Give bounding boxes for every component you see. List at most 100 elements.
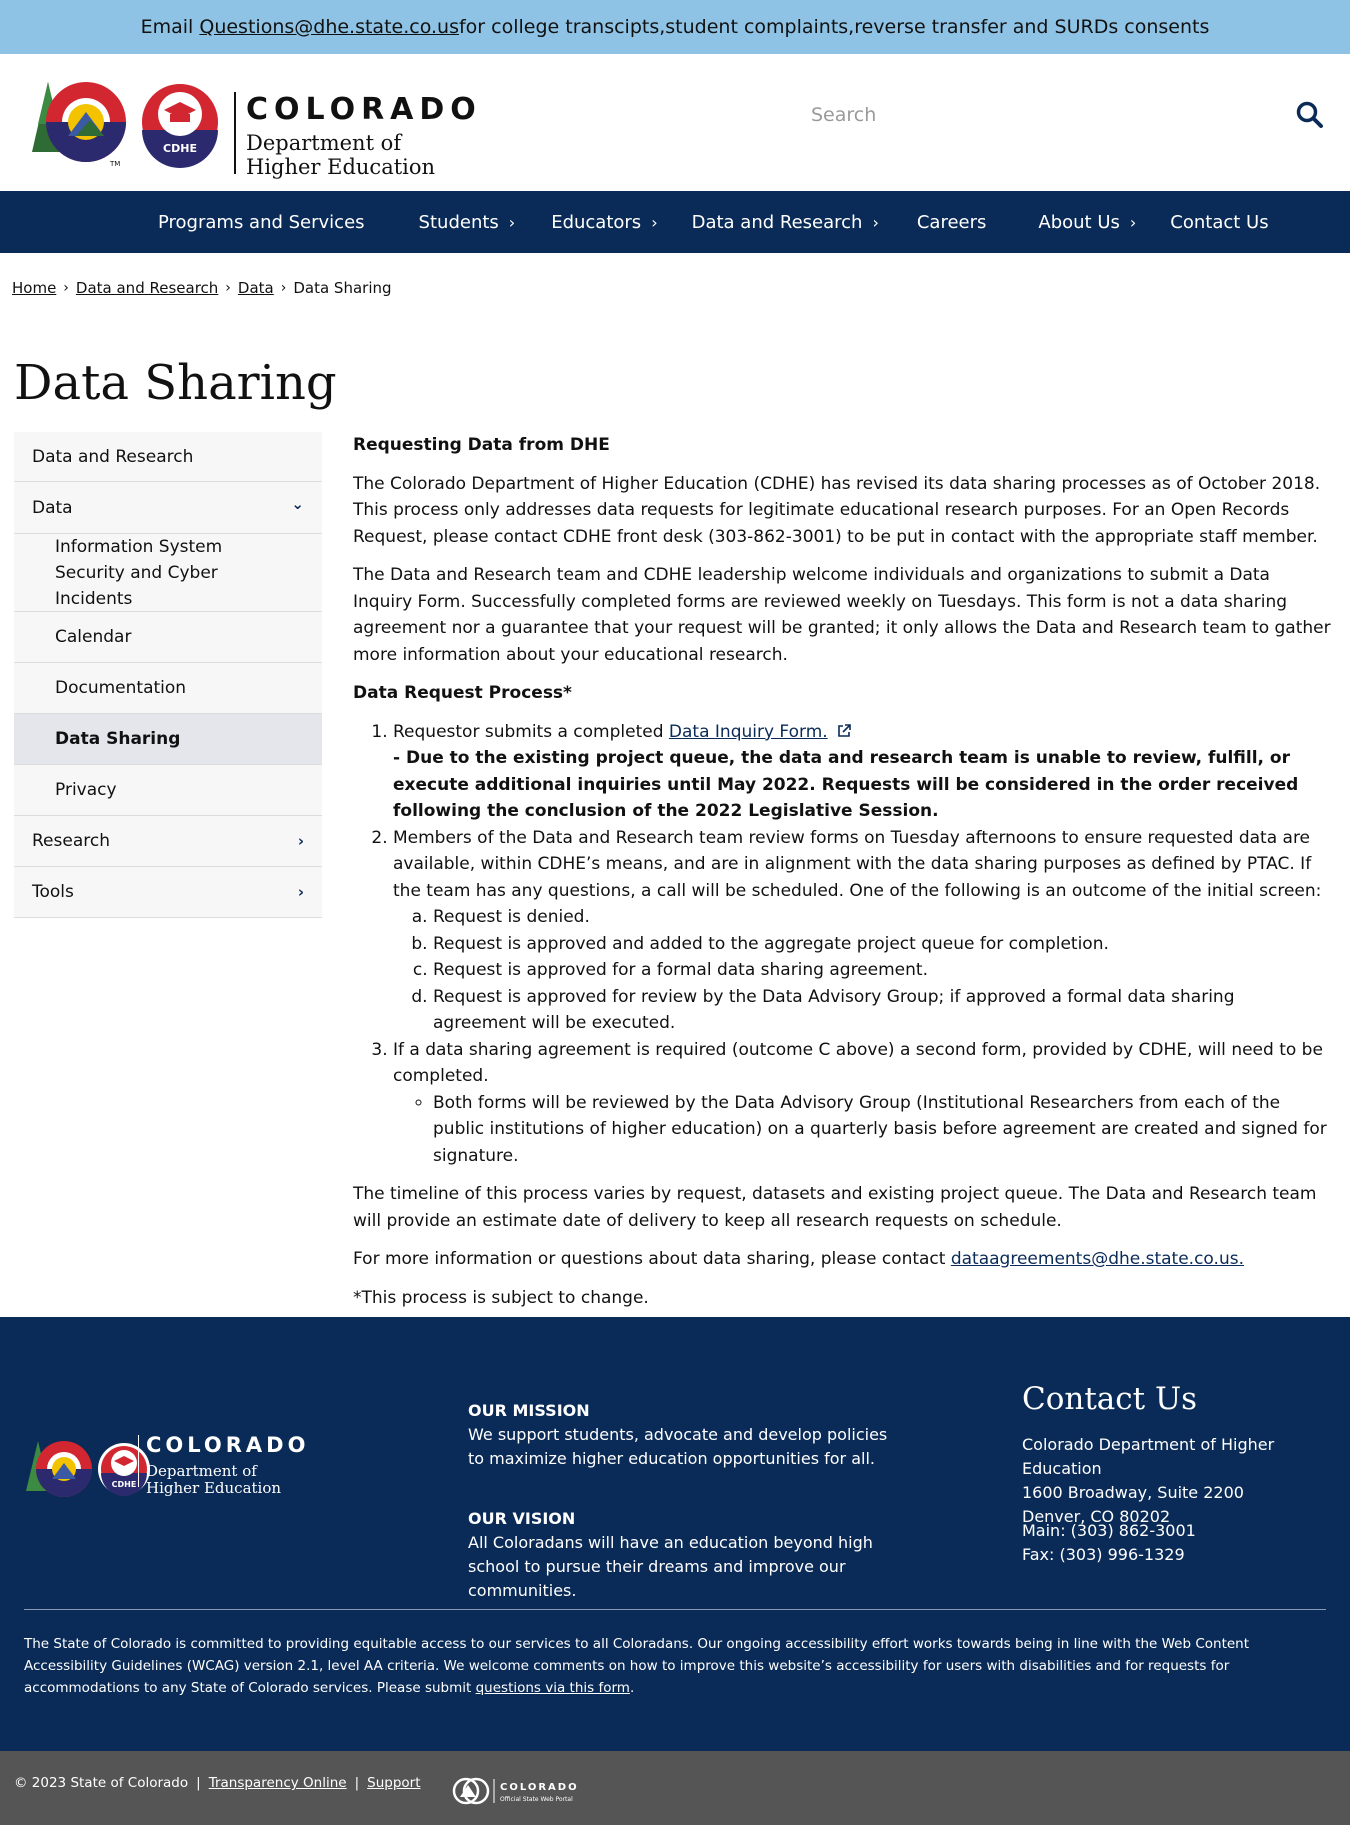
footer-divider	[24, 1609, 1326, 1610]
footer-colorado-logo-icon: CDHE	[26, 1441, 150, 1497]
nav-item-programs-and-services[interactable]: Programs and Services	[158, 191, 365, 253]
outcome-item: Request is denied.	[433, 904, 1333, 931]
sidebar-item-label: Calendar	[55, 627, 132, 647]
logo-text: COLORADO Department of Higher Education	[246, 92, 482, 179]
step-3-bullets: Both forms will be reviewed by the Data …	[393, 1090, 1333, 1170]
sidebar-item-documentation[interactable]: Documentation	[14, 663, 322, 714]
sidebar-item-label: Information System Security and Cyber In…	[55, 536, 223, 609]
mission-title: OUR MISSION	[468, 1401, 590, 1420]
vision-title: OUR VISION	[468, 1509, 576, 1528]
sidebar-item-label: Data Sharing	[55, 729, 181, 749]
outcome-item: Request is approved for review by the Da…	[433, 984, 1333, 1037]
contact-text: For more information or questions about …	[353, 1249, 951, 1269]
intro-paragraph: The Colorado Department of Higher Educat…	[353, 473, 1321, 547]
breadcrumb-separator: ›	[63, 280, 69, 296]
breadcrumb-current: Data Sharing	[293, 279, 392, 297]
colorado-logo-icon: TM CDHE	[32, 82, 218, 168]
footer-vision: OUR VISION All Coloradans will have an e…	[468, 1507, 888, 1603]
support-link[interactable]: Support	[367, 1775, 420, 1791]
footer-mission: OUR MISSION We support students, advocat…	[468, 1399, 888, 1471]
sidebar-item-privacy[interactable]: Privacy	[14, 765, 322, 816]
sidebar-item-label: Privacy	[55, 780, 117, 800]
sidebar-item-research[interactable]: Research ›	[14, 816, 322, 867]
section-heading-requesting-data: Requesting Data from DHE	[353, 435, 610, 455]
nav-item-label: Data and Research	[691, 211, 863, 233]
bottom-links: © 2023 State of Colorado | Transparency …	[14, 1775, 421, 1791]
breadcrumb: Home › Data and Research › Data › Data S…	[12, 279, 392, 297]
step-1-text: Requestor submits a completed	[393, 721, 669, 742]
nav-item-label: Students	[418, 211, 499, 233]
vision-text: All Coloradans will have an education be…	[468, 1533, 873, 1600]
nav-item-about-us[interactable]: About Us ›	[1038, 191, 1136, 253]
process-step-3: If a data sharing agreement is required …	[393, 1037, 1333, 1170]
sidebar-item-data[interactable]: Data ⌄	[14, 482, 322, 534]
nav-item-contact-us[interactable]: Contact Us	[1170, 191, 1268, 253]
search-button[interactable]	[1294, 100, 1326, 132]
link-separator: |	[354, 1775, 360, 1791]
step-3-bullet: Both forms will be reviewed by the Data …	[433, 1090, 1333, 1170]
breadcrumb-data-and-research[interactable]: Data and Research	[76, 279, 218, 297]
site-logo[interactable]: TM CDHE COLORADO Department of Higher Ed…	[28, 74, 498, 179]
sidebar-item-data-sharing[interactable]: Data Sharing	[14, 714, 322, 765]
accessibility-text: The State of Colorado is committed to pr…	[24, 1636, 1250, 1696]
breadcrumb-home[interactable]: Home	[12, 279, 56, 297]
process-step-1: Requestor submits a completed Data Inqui…	[393, 719, 1333, 825]
chevron-down-icon[interactable]: ⌄	[291, 495, 304, 513]
sidebar-item-data-and-research[interactable]: Data and Research	[14, 432, 322, 482]
external-link-icon	[838, 723, 851, 737]
sidebar-item-label: Tools	[32, 882, 74, 902]
nav-item-careers[interactable]: Careers	[917, 191, 987, 253]
alert-email-link[interactable]: Questions@dhe.state.co.us	[199, 16, 459, 38]
sidebar-item-label: Research	[32, 831, 110, 851]
search-input[interactable]	[800, 94, 1260, 136]
nav-item-students[interactable]: Students ›	[419, 191, 516, 253]
nav-item-data-and-research[interactable]: Data and Research ›	[692, 191, 879, 253]
sidebar-item-calendar[interactable]: Calendar	[14, 612, 322, 663]
transparency-online-link[interactable]: Transparency Online	[209, 1775, 347, 1791]
contact-org: Colorado Department of Higher Education	[1022, 1435, 1275, 1478]
footer-logo-wordmark: COLORADO	[146, 1433, 310, 1457]
sidebar-item-label: Documentation	[55, 678, 187, 698]
accessibility-end: .	[629, 1680, 635, 1696]
svg-text:Official State Web Portal: Official State Web Portal	[500, 1796, 573, 1803]
site-footer: CDHE COLORADO Department of Higher Educa…	[0, 1317, 1350, 1751]
footer-phones: Main: (303) 862-3001 Fax: (303) 996-1329	[1022, 1519, 1342, 1567]
process-steps: Requestor submits a completed Data Inqui…	[353, 719, 1333, 1170]
sidebar-item-tools[interactable]: Tools ›	[14, 867, 322, 918]
main-nav-list: Programs and Services Students › Educators ›…	[130, 191, 1269, 253]
footer-logo-divider	[138, 1435, 139, 1487]
sidebar-nav: Data and Research Data ⌄ Information System…	[14, 432, 322, 918]
disclaimer: *This process is subject to change.	[353, 1287, 649, 1308]
footer-logo-subtitle: Department of Higher Education	[146, 1463, 281, 1497]
page-title: Data Sharing	[14, 355, 337, 411]
svg-text:TM: TM	[109, 160, 120, 168]
footer-logo-line-2: Higher Education	[146, 1479, 282, 1497]
outcome-item: Request is approved and added to the agg…	[433, 931, 1333, 958]
contact-address-1: 1600 Broadway, Suite 2200	[1022, 1483, 1244, 1502]
breadcrumb-separator: ›	[225, 280, 231, 296]
link-separator: |	[196, 1775, 201, 1791]
logo-line-2: Higher Education	[246, 155, 436, 179]
contact-paragraph: For more information or questions about …	[353, 1246, 1333, 1273]
chevron-right-icon: ›	[1129, 212, 1137, 232]
chevron-right-icon: ›	[872, 212, 879, 232]
step-3-text: If a data sharing agreement is required …	[393, 1039, 1323, 1087]
nav-item-label: Contact Us	[1170, 211, 1269, 233]
chevron-right-icon: ›	[651, 212, 658, 232]
breadcrumb-separator: ›	[280, 280, 287, 296]
alert-suffix: for college transcipts,student complaint…	[458, 16, 1210, 38]
breadcrumb-data[interactable]: Data	[238, 279, 274, 297]
accessibility-form-link[interactable]: questions via this form	[476, 1680, 630, 1696]
sidebar-item-label: Data	[32, 497, 73, 518]
chevron-right-icon[interactable]: ›	[298, 832, 304, 850]
alert-banner: Email Questions@dhe.state.co.us for coll…	[0, 0, 1350, 54]
sidebar-item-information-system-security-and-cyber-incidents[interactable]: Information System Security and Cyber In…	[14, 534, 322, 612]
chevron-right-icon[interactable]: ›	[298, 883, 304, 901]
state-portal-logo[interactable]: COLORADO Official State Web Portal	[452, 1773, 592, 1809]
footer-address: Colorado Department of Higher Education …	[1022, 1433, 1342, 1529]
data-agreements-email-link[interactable]: dataagreements@dhe.state.co.us.	[951, 1249, 1244, 1269]
nav-item-educators[interactable]: Educators ›	[551, 191, 657, 253]
data-inquiry-form-link[interactable]: Data Inquiry Form.	[669, 722, 828, 742]
outcome-list: Request is denied. Request is approved a…	[393, 904, 1333, 1037]
nav-item-label: Educators	[551, 211, 642, 233]
